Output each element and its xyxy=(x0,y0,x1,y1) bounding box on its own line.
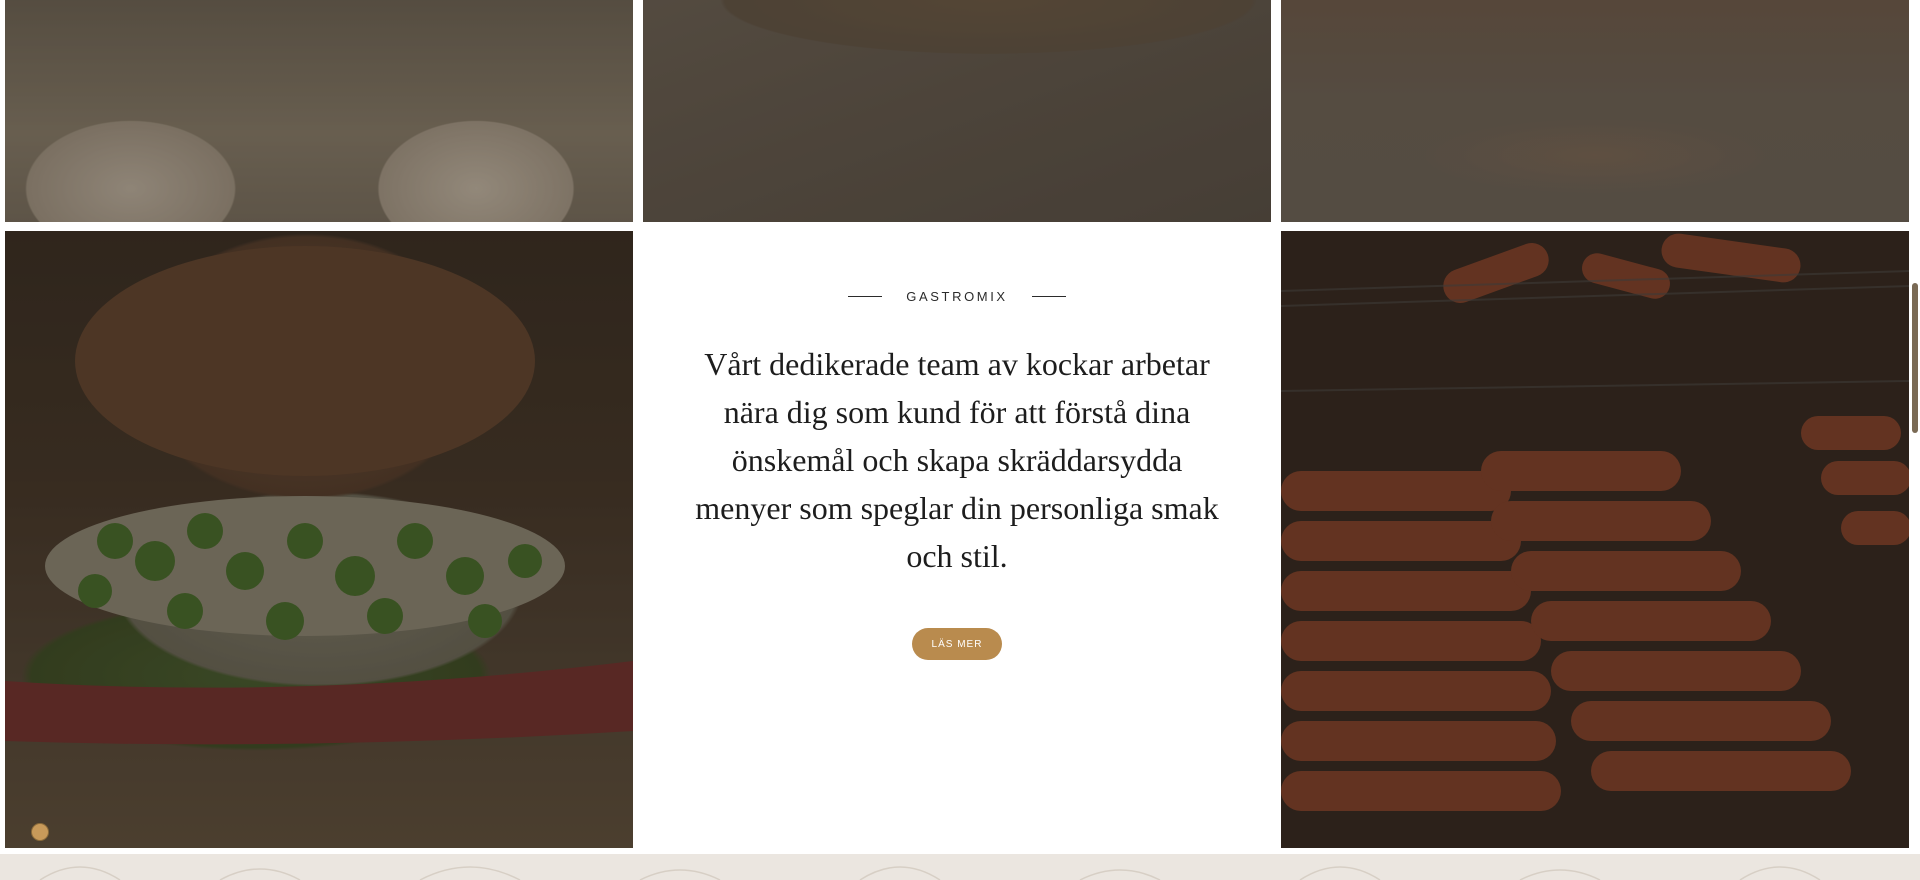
grill-illustration xyxy=(1281,231,1909,848)
photo-overlay xyxy=(5,0,633,222)
intro-paragraph: Vårt dedikerade team av kockar arbetar n… xyxy=(695,346,1219,574)
eyebrow: GASTROMIX xyxy=(848,289,1066,304)
photo-plate xyxy=(643,0,1271,222)
cookie-icon[interactable] xyxy=(31,823,49,841)
photo-overlay xyxy=(643,0,1271,222)
scrollbar-thumb[interactable] xyxy=(1912,283,1918,433)
eyebrow-line-left xyxy=(848,296,883,297)
photo-overlay xyxy=(1281,0,1909,222)
read-more-button[interactable]: LÄS MER xyxy=(912,628,1002,660)
schnitzel-illustration xyxy=(5,231,633,848)
intro-text-panel: GASTROMIX Vårt dedikerade team av kockar… xyxy=(643,231,1271,848)
eyebrow-label: GASTROMIX xyxy=(906,289,1008,304)
eyebrow-line-right xyxy=(1031,296,1066,297)
photo-canapes xyxy=(1281,0,1909,222)
decorative-pattern xyxy=(39,866,1821,880)
scrollbar[interactable] xyxy=(1910,0,1920,880)
photo-grilled-sausages xyxy=(1281,231,1909,848)
gallery-grid: GASTROMIX Vårt dedikerade team av kockar… xyxy=(0,0,1920,880)
photo-drinks xyxy=(5,0,633,222)
footer-pattern-strip xyxy=(0,854,1920,880)
photo-schnitzel-peas xyxy=(5,231,633,848)
